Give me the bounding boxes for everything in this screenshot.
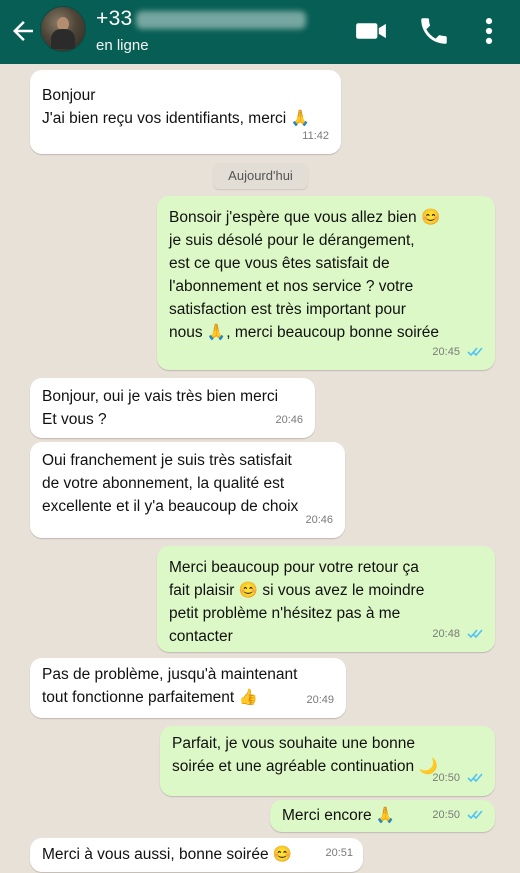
double-check-icon bbox=[467, 347, 483, 357]
avatar[interactable] bbox=[40, 6, 86, 52]
phone-icon[interactable] bbox=[417, 14, 451, 48]
message-time: 20:51 bbox=[325, 847, 353, 859]
message-time-value: 20:50 bbox=[432, 772, 460, 784]
message-time: 20:50 bbox=[432, 804, 483, 827]
back-arrow-icon[interactable] bbox=[8, 16, 38, 46]
message-time: 20:48 bbox=[432, 623, 483, 646]
contact-status: en ligne bbox=[96, 37, 149, 54]
message-incoming[interactable]: Pas de problème, jusqu'à maintenant tout… bbox=[30, 658, 346, 718]
message-text: Merci à vous aussi, bonne soirée 😊 bbox=[42, 846, 293, 863]
message-text: Merci encore 🙏 bbox=[282, 807, 396, 824]
message-time: 11:42 bbox=[302, 130, 329, 142]
message-time: 20:49 bbox=[306, 694, 334, 706]
message-time-value: 20:48 bbox=[432, 628, 460, 640]
chat-area[interactable]: Bonjour J'ai bien reçu vos identifiants,… bbox=[0, 64, 520, 873]
message-text: Bonsoir j'espère que vous allez bien 😊 j… bbox=[169, 209, 441, 341]
video-call-icon[interactable] bbox=[354, 14, 388, 48]
message-text: Merci beaucoup pour votre retour ça fait… bbox=[169, 559, 425, 645]
message-outgoing[interactable]: Parfait, je vous souhaite une bonne soir… bbox=[160, 726, 495, 796]
more-options-icon[interactable] bbox=[472, 14, 506, 48]
message-outgoing[interactable]: Merci beaucoup pour votre retour ça fait… bbox=[157, 546, 495, 652]
double-check-icon bbox=[467, 773, 483, 783]
message-time-value: 20:50 bbox=[432, 809, 460, 821]
message-time: 20:46 bbox=[305, 514, 333, 526]
message-time: 20:50 bbox=[432, 767, 483, 790]
blurred-phone-number bbox=[136, 11, 306, 29]
chat-header: +33 en ligne bbox=[0, 0, 520, 64]
message-time: 20:46 bbox=[275, 414, 303, 426]
double-check-icon bbox=[467, 629, 483, 639]
contact-name[interactable]: +33 bbox=[96, 7, 133, 31]
message-outgoing[interactable]: Bonsoir j'espère que vous allez bien 😊 j… bbox=[157, 196, 495, 370]
message-text: Parfait, je vous souhaite une bonne soir… bbox=[172, 735, 438, 775]
date-separator: Aujourd'hui bbox=[213, 163, 308, 189]
message-time-value: 20:45 bbox=[432, 346, 460, 358]
message-text: Bonjour, oui je vais très bien merci Et … bbox=[42, 388, 279, 428]
message-incoming[interactable]: Bonjour J'ai bien reçu vos identifiants,… bbox=[30, 70, 341, 154]
message-incoming[interactable]: Bonjour, oui je vais très bien merci Et … bbox=[30, 378, 315, 438]
message-text: Oui franchement je suis très satisfait d… bbox=[42, 452, 299, 515]
double-check-icon bbox=[467, 810, 483, 820]
message-text: Bonjour J'ai bien reçu vos identifiants,… bbox=[42, 87, 310, 127]
message-time: 20:45 bbox=[432, 341, 483, 364]
message-outgoing[interactable]: Merci encore 🙏 20:50 bbox=[270, 800, 495, 832]
message-incoming[interactable]: Oui franchement je suis très satisfait d… bbox=[30, 442, 345, 538]
message-incoming[interactable]: Merci à vous aussi, bonne soirée 😊 20:51 bbox=[30, 838, 363, 872]
message-text: Pas de problème, jusqu'à maintenant tout… bbox=[42, 666, 298, 706]
